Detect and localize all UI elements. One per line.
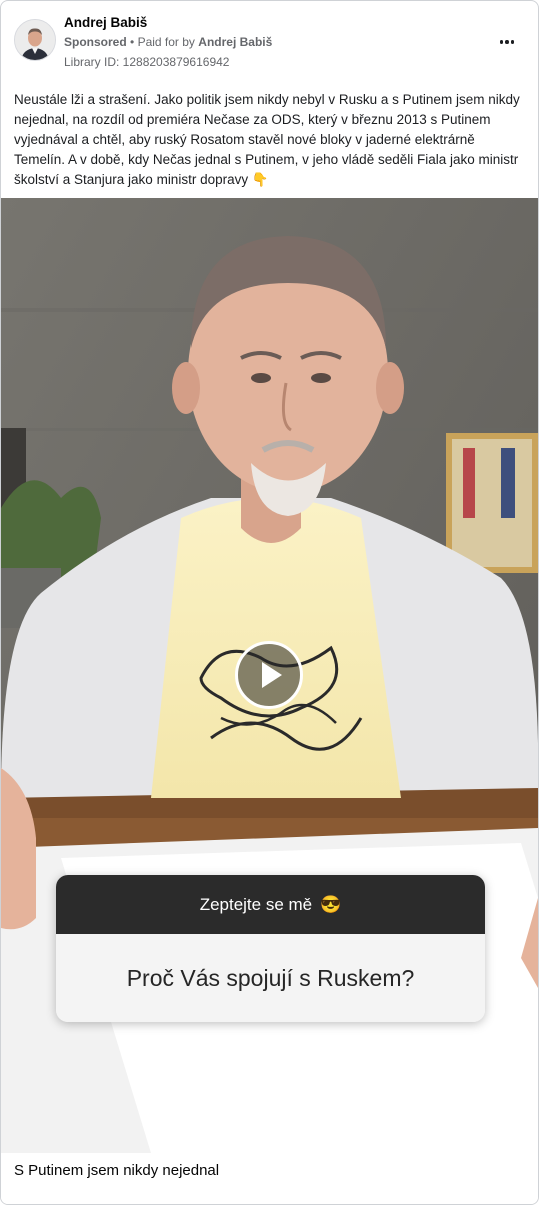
meta-separator: • bbox=[130, 35, 135, 49]
paid-for-name: Andrej Babiš bbox=[198, 35, 273, 49]
ad-body-text: Neustále lži a strašení. Jako politik js… bbox=[14, 92, 520, 187]
sunglasses-emoji-icon: 😎 bbox=[320, 894, 342, 914]
video-player[interactable]: Zeptejte se mě 😎 Proč Vás spojují s Rusk… bbox=[1, 198, 538, 1153]
question-sticker: Zeptejte se mě 😎 Proč Vás spojují s Rusk… bbox=[56, 875, 485, 1022]
question-header-text: Zeptejte se mě bbox=[199, 894, 313, 914]
question-text: Proč Vás spojují s Ruskem? bbox=[56, 934, 485, 1022]
paid-for-prefix: Paid for by bbox=[137, 35, 195, 49]
avatar[interactable] bbox=[14, 19, 56, 61]
video-caption: S Putinem jsem nikdy nejednal bbox=[14, 1162, 220, 1179]
more-options-icon[interactable] bbox=[495, 32, 519, 52]
play-button[interactable] bbox=[235, 641, 303, 709]
play-icon bbox=[262, 662, 282, 688]
ad-footer[interactable]: S Putinem jsem nikdy nejednal bbox=[1, 1153, 538, 1204]
sponsored-label: Sponsored bbox=[64, 35, 127, 49]
page-name[interactable]: Andrej Babiš bbox=[64, 15, 147, 30]
ad-header: Andrej Babiš Sponsored • Paid for by And… bbox=[1, 1, 538, 81]
library-id: Library ID: 1288203879616942 bbox=[64, 55, 230, 69]
question-header: Zeptejte se mě 😎 bbox=[56, 875, 485, 934]
sponsored-line: Sponsored • Paid for by Andrej Babiš bbox=[64, 35, 272, 49]
ad-card: Andrej Babiš Sponsored • Paid for by And… bbox=[0, 0, 539, 1205]
avatar-portrait-icon bbox=[15, 20, 55, 60]
